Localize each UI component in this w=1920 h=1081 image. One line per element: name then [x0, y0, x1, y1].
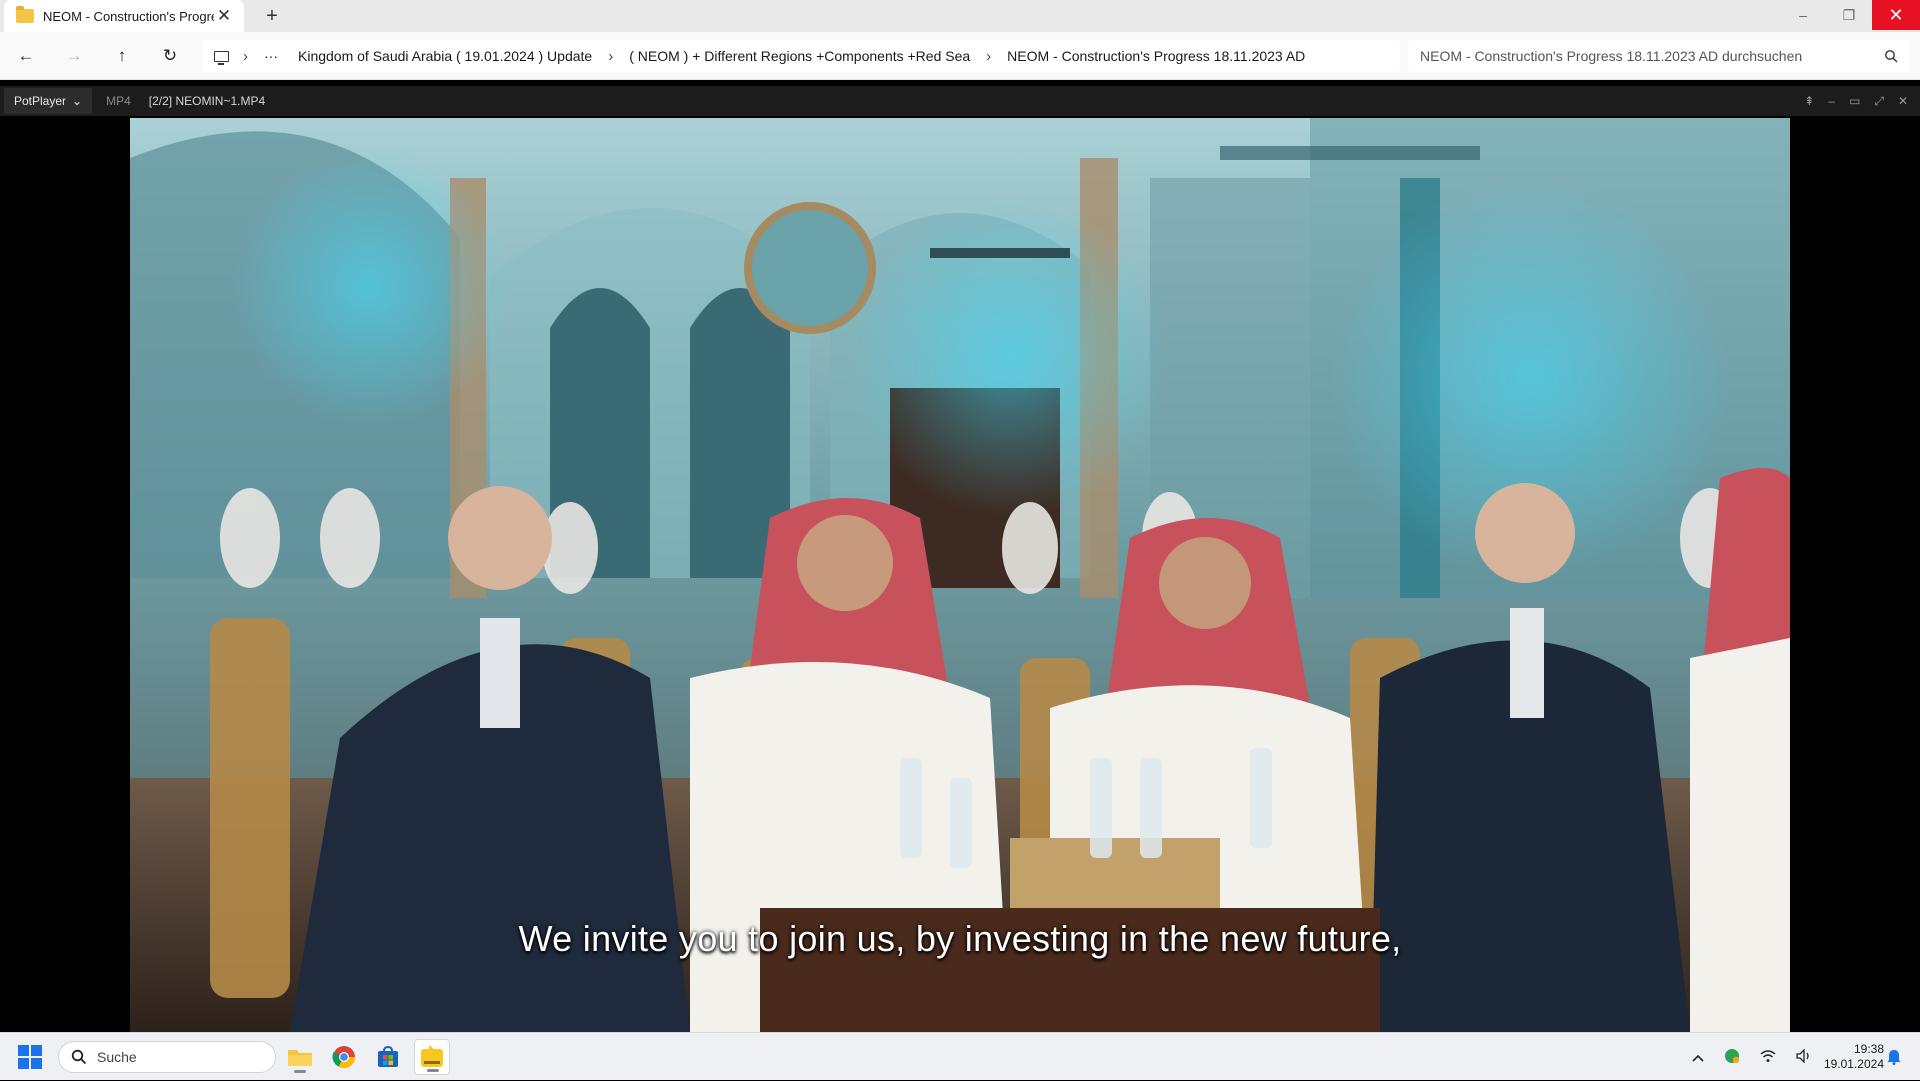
up-button[interactable]: ↑ [108, 42, 136, 70]
tab-close-button[interactable]: ✕ [214, 6, 234, 26]
potplayer-icon [421, 1045, 443, 1067]
breadcrumb-item[interactable]: ( NEOM ) + Different Regions +Components… [625, 48, 974, 64]
file-explorer-icon [288, 1050, 312, 1066]
chevron-up-icon[interactable] [1692, 1049, 1704, 1065]
windows-logo-icon [18, 1045, 29, 1056]
player-window-controls: ⇞ – ▭ ⤢ ✕ [1804, 86, 1908, 116]
potplayer-menu-label: PotPlayer [14, 94, 67, 108]
back-button[interactable]: ← [12, 42, 40, 70]
refresh-button[interactable]: ↻ [156, 42, 184, 70]
search-placeholder: NEOM - Construction's Progress 18.11.202… [1420, 48, 1803, 64]
monitor-icon[interactable] [214, 50, 229, 65]
clock-time: 19:38 [1853, 1042, 1884, 1056]
player-minimize-button[interactable]: – [1828, 94, 1835, 108]
breadcrumb-item-current[interactable]: NEOM - Construction's Progress 18.11.202… [1003, 48, 1309, 64]
store-taskbar-button[interactable] [370, 1039, 406, 1075]
breadcrumb-separator[interactable]: › [974, 48, 1003, 65]
microsoft-store-icon [378, 1045, 398, 1067]
windows-start-button[interactable] [18, 1045, 42, 1069]
explorer-tab-strip: NEOM - Construction's Progre ✕ + – ❐ ✕ [0, 0, 1920, 32]
breadcrumb-more-button[interactable]: ··· [260, 48, 282, 64]
chrome-icon [332, 1046, 355, 1068]
player-close-button[interactable]: ✕ [1898, 94, 1908, 108]
restore-button[interactable]: ❐ [1826, 0, 1872, 30]
pin-icon[interactable]: ⇞ [1804, 94, 1814, 108]
potplayer-taskbar-button[interactable] [414, 1039, 450, 1075]
tab-title: NEOM - Construction's Progre [43, 8, 214, 24]
wifi-icon[interactable] [1760, 1049, 1776, 1066]
minimize-button[interactable]: – [1780, 0, 1826, 30]
taskbar-search-box[interactable]: Suche [58, 1041, 276, 1073]
search-icon [71, 1049, 87, 1065]
player-title-bar: PotPlayer ⌄ MP4 [2/2] NEOMIN~1.MP4 ⇞ – ▭… [0, 86, 1920, 116]
taskbar-search-label: Suche [97, 1049, 137, 1065]
close-window-button[interactable]: ✕ [1872, 0, 1920, 30]
folder-icon [16, 6, 34, 23]
video-scene-image [130, 118, 1790, 1032]
breadcrumb-separator[interactable]: › [243, 48, 260, 65]
taskbar-clock[interactable]: 19:38 19.01.2024 [1808, 1042, 1884, 1072]
breadcrumb-item[interactable]: Kingdom of Saudi Arabia ( 19.01.2024 ) U… [294, 48, 596, 64]
video-subtitle: We invite you to join us, by investing i… [518, 918, 1402, 959]
windows-taskbar: Suche 19:38 19.01.2024 [0, 1032, 1920, 1080]
playing-file-name: [2/2] NEOMIN~1.MP4 [148, 94, 266, 108]
clock-date: 19.01.2024 [1823, 1057, 1884, 1071]
player-maximize-button[interactable]: ▭ [1849, 94, 1860, 108]
folder-search-input[interactable]: NEOM - Construction's Progress 18.11.202… [1408, 40, 1910, 72]
search-icon [1885, 50, 1898, 63]
potplayer-window: PotPlayer ⌄ MP4 [2/2] NEOMIN~1.MP4 ⇞ – ▭… [0, 82, 1920, 1032]
chrome-taskbar-button[interactable] [326, 1039, 362, 1075]
video-frame[interactable]: We invite you to join us, by investing i… [130, 118, 1790, 1032]
notification-bell-icon[interactable] [1886, 1049, 1902, 1065]
explorer-tab[interactable]: NEOM - Construction's Progre ✕ [4, 0, 244, 32]
file-format-label: MP4 [106, 94, 131, 108]
chevron-down-icon: ⌄ [72, 94, 83, 108]
new-tab-button[interactable]: + [260, 4, 284, 28]
breadcrumb[interactable]: › ··· Kingdom of Saudi Arabia ( 19.01.20… [202, 40, 1400, 72]
forward-button[interactable]: → [60, 42, 88, 70]
potplayer-menu-button[interactable]: PotPlayer ⌄ [4, 88, 93, 114]
breadcrumb-separator[interactable]: › [596, 48, 625, 65]
security-shield-icon[interactable] [1724, 1048, 1740, 1067]
fullscreen-icon[interactable]: ⤢ [1874, 94, 1884, 109]
system-tray [1692, 1033, 1812, 1081]
explorer-address-bar: ← → ↑ ↻ › ··· Kingdom of Saudi Arabia ( … [0, 32, 1920, 80]
active-indicator [427, 1069, 439, 1072]
file-explorer-taskbar-button[interactable] [282, 1039, 318, 1075]
active-indicator [294, 1070, 306, 1073]
